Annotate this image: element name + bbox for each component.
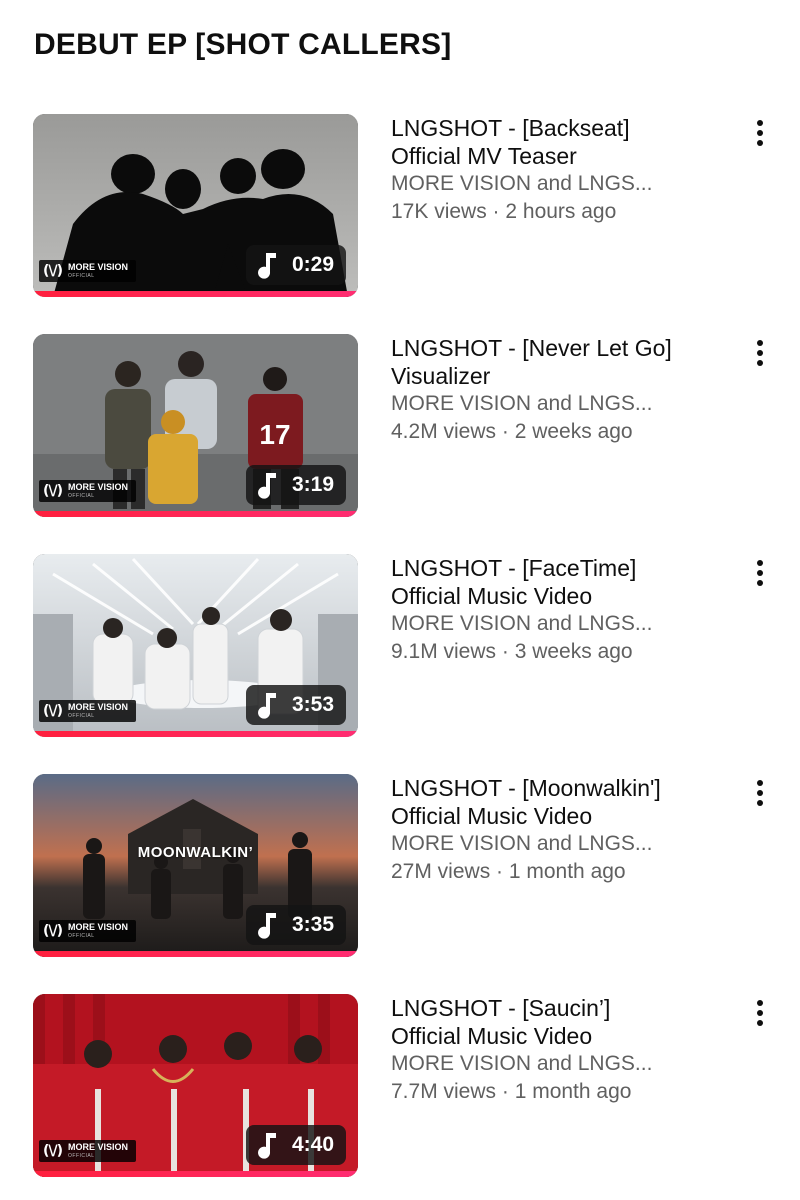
- more-vision-logo-icon: (\/): [43, 703, 63, 719]
- duration-text: 3:19: [291, 473, 334, 496]
- music-note-icon: [258, 1133, 276, 1159]
- video-info[interactable]: LNGSHOT - [Never Let Go] Visualizer MORE…: [391, 334, 721, 446]
- video-title-line: LNGSHOT - [Saucin’]: [391, 995, 611, 1021]
- watermark-sub: OFFICIAL: [68, 1153, 95, 1159]
- video-title-line: LNGSHOT - [Moonwalkin']: [391, 775, 661, 801]
- channel-watermark: (\/) MORE VISION OFFICIAL: [39, 480, 137, 502]
- video-item[interactable]: MOONWALKIN’ (\/) MORE VISION OFFICIAL 3:3…: [0, 774, 800, 960]
- channel-name[interactable]: MORE VISION and LNGS...: [391, 830, 721, 858]
- duration-badge: 3:35: [245, 905, 346, 945]
- watermark-name: MORE VISION: [68, 702, 129, 712]
- video-title-line: LNGSHOT - [FaceTime]: [391, 555, 637, 581]
- video-title[interactable]: LNGSHOT - [Backseat] Official MV Teaser: [391, 114, 721, 170]
- watermark-name: MORE VISION: [68, 922, 129, 932]
- more-vert-icon: [757, 120, 763, 146]
- video-item[interactable]: 17 (\/) MORE VISION OFFICIAL 3:19 LNGSHO…: [0, 334, 800, 520]
- more-vert-icon: [757, 560, 763, 586]
- channel-watermark: (\/) MORE VISION OFFICIAL: [39, 920, 137, 942]
- video-meta: 17K views · 2 hours ago: [391, 200, 617, 223]
- watermark-name: MORE VISION: [68, 262, 129, 272]
- watch-progress-bar: [33, 731, 358, 737]
- music-note-icon: [258, 253, 276, 279]
- duration-text: 4:40: [291, 1133, 334, 1156]
- video-info[interactable]: LNGSHOT - [Saucin’] Official Music Video…: [391, 994, 721, 1106]
- video-list: (\/) MORE VISION OFFICIAL 0:29 LNGSHOT - …: [0, 0, 800, 1200]
- video-thumbnail[interactable]: MOONWALKIN’ (\/) MORE VISION OFFICIAL 3:3…: [33, 774, 358, 957]
- video-item[interactable]: (\/) MORE VISION OFFICIAL 4:40 LNGSHOT - …: [0, 994, 800, 1180]
- video-thumbnail[interactable]: (\/) MORE VISION OFFICIAL 3:53: [33, 554, 358, 737]
- duration-text: 3:53: [291, 693, 334, 716]
- watermark-sub: OFFICIAL: [68, 713, 95, 719]
- video-meta: 27M views · 1 month ago: [391, 860, 626, 883]
- more-vert-icon: [757, 340, 763, 366]
- watch-progress-bar: [33, 1171, 358, 1177]
- channel-name[interactable]: MORE VISION and LNGS...: [391, 170, 721, 198]
- video-title-line: Official Music Video: [391, 1023, 593, 1049]
- video-info[interactable]: LNGSHOT - [Moonwalkin'] Official Music V…: [391, 774, 721, 886]
- video-meta: 4.2M views · 2 weeks ago: [391, 420, 633, 443]
- video-title-line: Official Music Video: [391, 583, 593, 609]
- svg-text:17: 17: [259, 419, 290, 450]
- video-title[interactable]: LNGSHOT - [FaceTime] Official Music Vide…: [391, 554, 721, 610]
- watermark-name: MORE VISION: [68, 1142, 129, 1152]
- video-title-line: Visualizer: [391, 363, 491, 389]
- watermark-sub: OFFICIAL: [68, 273, 95, 279]
- duration-badge: 3:19: [245, 465, 346, 505]
- more-options-button[interactable]: [745, 998, 775, 1028]
- thumbnail-caption: MOONWALKIN’: [137, 844, 254, 861]
- video-thumbnail[interactable]: 17 (\/) MORE VISION OFFICIAL 3:19: [33, 334, 358, 517]
- more-vert-icon: [757, 780, 763, 806]
- duration-badge: 0:29: [245, 245, 346, 285]
- watermark-name: MORE VISION: [68, 482, 129, 492]
- more-vision-logo-icon: (\/): [43, 483, 63, 499]
- more-options-button[interactable]: [745, 118, 775, 148]
- video-info[interactable]: LNGSHOT - [FaceTime] Official Music Vide…: [391, 554, 721, 666]
- more-vision-logo-icon: (\/): [43, 1143, 63, 1159]
- video-thumbnail[interactable]: (\/) MORE VISION OFFICIAL 4:40: [33, 994, 358, 1177]
- video-title[interactable]: LNGSHOT - [Saucin’] Official Music Video: [391, 994, 721, 1050]
- video-title[interactable]: LNGSHOT - [Never Let Go] Visualizer: [391, 334, 721, 390]
- video-meta: 9.1M views · 3 weeks ago: [391, 640, 633, 663]
- channel-watermark: (\/) MORE VISION OFFICIAL: [39, 700, 137, 722]
- watermark-sub: OFFICIAL: [68, 933, 95, 939]
- duration-badge: 3:53: [245, 685, 346, 725]
- duration-badge: 4:40: [245, 1125, 346, 1165]
- duration-text: 0:29: [291, 253, 334, 276]
- channel-name[interactable]: MORE VISION and LNGS...: [391, 390, 721, 418]
- video-item[interactable]: (\/) MORE VISION OFFICIAL 0:29 LNGSHOT - …: [0, 114, 800, 300]
- video-title[interactable]: LNGSHOT - [Moonwalkin'] Official Music V…: [391, 774, 721, 830]
- watermark-sub: OFFICIAL: [68, 493, 95, 499]
- more-vert-icon: [757, 1000, 763, 1026]
- more-options-button[interactable]: [745, 338, 775, 368]
- watch-progress-bar: [33, 511, 358, 517]
- watch-progress-bar: [33, 291, 358, 297]
- more-vision-logo-icon: (\/): [43, 263, 63, 279]
- video-thumbnail[interactable]: (\/) MORE VISION OFFICIAL 0:29: [33, 114, 358, 297]
- watch-progress-bar: [33, 951, 358, 957]
- duration-text: 3:35: [291, 913, 334, 936]
- more-options-button[interactable]: [745, 558, 775, 588]
- channel-watermark: (\/) MORE VISION OFFICIAL: [39, 260, 137, 282]
- video-info[interactable]: LNGSHOT - [Backseat] Official MV Teaser …: [391, 114, 721, 226]
- video-meta: 7.7M views · 1 month ago: [391, 1080, 632, 1103]
- more-options-button[interactable]: [745, 778, 775, 808]
- channel-name[interactable]: MORE VISION and LNGS...: [391, 610, 721, 638]
- music-note-icon: [258, 473, 276, 499]
- video-title-line: Official Music Video: [391, 803, 593, 829]
- video-title-line: Official MV Teaser: [391, 143, 577, 169]
- channel-name[interactable]: MORE VISION and LNGS...: [391, 1050, 721, 1078]
- video-title-line: LNGSHOT - [Never Let Go]: [391, 335, 672, 361]
- channel-watermark: (\/) MORE VISION OFFICIAL: [39, 1140, 137, 1162]
- music-note-icon: [258, 693, 276, 719]
- video-item[interactable]: (\/) MORE VISION OFFICIAL 3:53 LNGSHOT - …: [0, 554, 800, 740]
- video-title-line: LNGSHOT - [Backseat]: [391, 115, 630, 141]
- music-note-icon: [258, 913, 276, 939]
- more-vision-logo-icon: (\/): [43, 923, 63, 939]
